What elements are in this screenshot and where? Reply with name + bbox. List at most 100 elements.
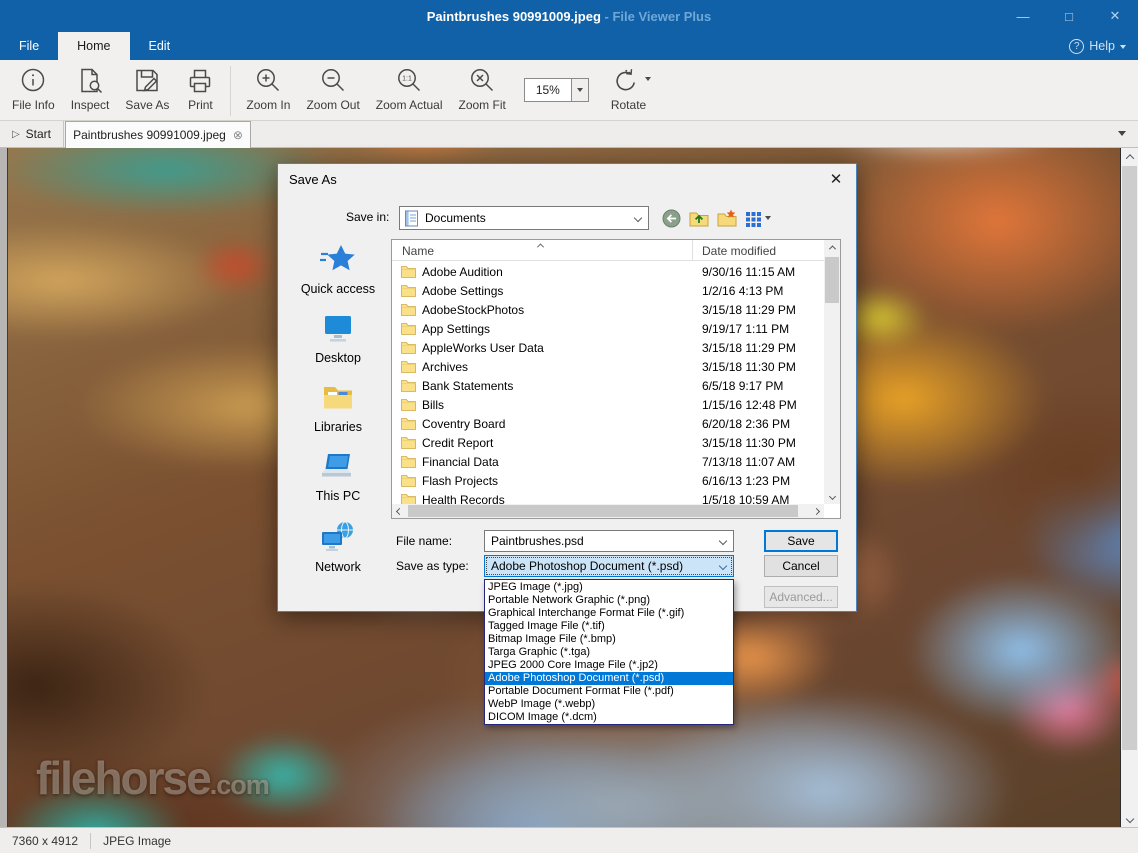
folder-icon [401, 398, 416, 411]
zoom-actual-button[interactable]: 1:1 Zoom Actual [368, 62, 451, 120]
place-this-pc[interactable]: This PC [288, 451, 388, 503]
file-row[interactable]: AppleWorks User Data 3/15/18 11:29 PM [392, 338, 824, 357]
file-row[interactable]: Credit Report 3/15/18 11:30 PM [392, 433, 824, 452]
place-network[interactable]: Network [288, 520, 388, 574]
help-icon: ? [1069, 39, 1084, 54]
dialog-toolbar [662, 207, 771, 229]
file-name: Coventry Board [422, 417, 505, 431]
play-icon: ▷ [12, 129, 20, 140]
file-row[interactable]: App Settings 9/19/17 1:11 PM [392, 319, 824, 338]
dialog-title: Save As [289, 172, 337, 187]
close-button[interactable]: ✕ [1092, 0, 1138, 32]
scrollbar-thumb[interactable] [825, 257, 839, 303]
type-option[interactable]: Portable Network Graphic (*.png) [485, 594, 733, 607]
info-icon [18, 66, 48, 96]
dialog-close-button[interactable]: ✕ [825, 169, 847, 189]
save-as-icon [132, 66, 162, 96]
scroll-down-icon[interactable] [824, 489, 840, 504]
back-button[interactable] [662, 209, 681, 228]
file-date: 1/2/16 4:13 PM [702, 284, 783, 298]
help-menu[interactable]: ? Help [1069, 32, 1126, 60]
save-button[interactable]: Save [764, 530, 838, 552]
file-row[interactable]: Flash Projects 6/16/13 1:23 PM [392, 471, 824, 490]
minimize-button[interactable]: — [1000, 0, 1046, 32]
type-option[interactable]: Tagged Image File (*.tif) [485, 620, 733, 633]
file-name: Archives [422, 360, 468, 374]
save-as-type-combobox[interactable]: Adobe Photoshop Document (*.psd) [484, 555, 734, 577]
menu-tab-file[interactable]: File [0, 32, 58, 60]
type-option[interactable]: DICOM Image (*.dcm) [485, 711, 733, 724]
file-row[interactable]: Adobe Settings 1/2/16 4:13 PM [392, 281, 824, 300]
file-date: 3/15/18 11:29 PM [702, 303, 796, 317]
save-as-button[interactable]: Save As [117, 62, 177, 120]
chevron-down-icon [765, 216, 771, 220]
type-option[interactable]: Bitmap Image File (*.bmp) [485, 633, 733, 646]
scroll-up-icon[interactable] [1121, 148, 1138, 165]
save-as-type-dropdown: JPEG Image (*.jpg)Portable Network Graph… [484, 579, 734, 725]
zoom-out-button[interactable]: Zoom Out [298, 62, 367, 120]
place-desktop[interactable]: Desktop [288, 313, 388, 365]
type-option[interactable]: Adobe Photoshop Document (*.psd) [485, 672, 733, 685]
menu-tab-home[interactable]: Home [58, 32, 129, 60]
column-header-date-modified[interactable]: Date modified [702, 244, 776, 258]
folder-icon [401, 417, 416, 430]
cancel-button[interactable]: Cancel [764, 555, 838, 577]
inspect-button[interactable]: Inspect [63, 62, 118, 120]
menu-tab-edit[interactable]: Edit [130, 32, 190, 60]
document-tab-bar: ▷ Start Paintbrushes 90991009.jpeg ⊗ [0, 121, 1138, 148]
zoom-in-button[interactable]: Zoom In [238, 62, 298, 120]
maximize-button[interactable]: □ [1046, 0, 1092, 32]
tab-list-chevron-icon[interactable] [1118, 131, 1126, 136]
scroll-right-icon[interactable] [809, 504, 824, 518]
type-option[interactable]: Targa Graphic (*.tga) [485, 646, 733, 659]
new-folder-button[interactable] [717, 209, 737, 227]
file-name: App Settings [422, 322, 490, 336]
zoom-level-dropdown[interactable] [572, 78, 589, 102]
rotate-button[interactable]: Rotate [603, 62, 659, 120]
file-row[interactable]: Archives 3/15/18 11:30 PM [392, 357, 824, 376]
file-name: Adobe Audition [422, 265, 503, 279]
save-as-type-label: Save as type: [396, 559, 469, 573]
column-header-name[interactable]: Name [402, 244, 434, 258]
file-row[interactable]: Bills 1/15/16 12:48 PM [392, 395, 824, 414]
view-menu-button[interactable] [745, 210, 771, 227]
type-option[interactable]: JPEG 2000 Core Image File (*.jp2) [485, 659, 733, 672]
tab-close-icon[interactable]: ⊗ [233, 129, 243, 141]
zoom-fit-button[interactable]: Zoom Fit [451, 62, 514, 120]
tab-document[interactable]: Paintbrushes 90991009.jpeg ⊗ [65, 121, 251, 148]
file-row[interactable]: AdobeStockPhotos 3/15/18 11:29 PM [392, 300, 824, 319]
save-in-value: Documents [425, 211, 486, 225]
scroll-down-icon[interactable] [1121, 810, 1138, 827]
file-name-combobox[interactable]: Paintbrushes.psd [484, 530, 734, 552]
scroll-left-icon[interactable] [392, 504, 407, 518]
file-row[interactable]: Financial Data 7/13/18 11:07 AM [392, 452, 824, 471]
place-quick-access[interactable]: Quick access [288, 242, 388, 296]
network-icon [319, 520, 357, 557]
scrollbar-thumb[interactable] [408, 505, 798, 517]
up-one-level-button[interactable] [689, 209, 709, 227]
save-in-label: Save in: [346, 210, 389, 224]
file-row[interactable]: Coventry Board 6/20/18 2:36 PM [392, 414, 824, 433]
list-horizontal-scrollbar[interactable] [392, 504, 824, 518]
save-in-combobox[interactable]: Documents [399, 206, 649, 230]
type-option[interactable]: Graphical Interchange Format File (*.gif… [485, 607, 733, 620]
file-row[interactable]: Adobe Audition 9/30/16 11:15 AM [392, 262, 824, 281]
list-vertical-scrollbar[interactable] [824, 240, 840, 504]
zoom-level-input[interactable]: 15% [524, 78, 572, 102]
scrollbar-thumb[interactable] [1122, 166, 1137, 750]
file-row[interactable]: Bank Statements 6/5/18 9:17 PM [392, 376, 824, 395]
folder-icon [401, 455, 416, 468]
place-libraries[interactable]: Libraries [288, 382, 388, 434]
tab-start[interactable]: ▷ Start [0, 121, 64, 147]
file-info-button[interactable]: File Info [4, 62, 63, 120]
save-as-dialog: Save As ✕ Save in: Documents Quick acces… [277, 163, 857, 612]
zoom-out-icon [318, 66, 348, 96]
canvas-vertical-scrollbar[interactable] [1121, 148, 1138, 827]
print-button[interactable]: Print [177, 62, 223, 120]
type-option[interactable]: Portable Document Format File (*.pdf) [485, 685, 733, 698]
folder-icon [401, 284, 416, 297]
type-option[interactable]: JPEG Image (*.jpg) [485, 581, 733, 594]
scroll-up-icon[interactable] [824, 240, 840, 255]
advanced-button: Advanced... [764, 586, 838, 608]
type-option[interactable]: WebP Image (*.webp) [485, 698, 733, 711]
